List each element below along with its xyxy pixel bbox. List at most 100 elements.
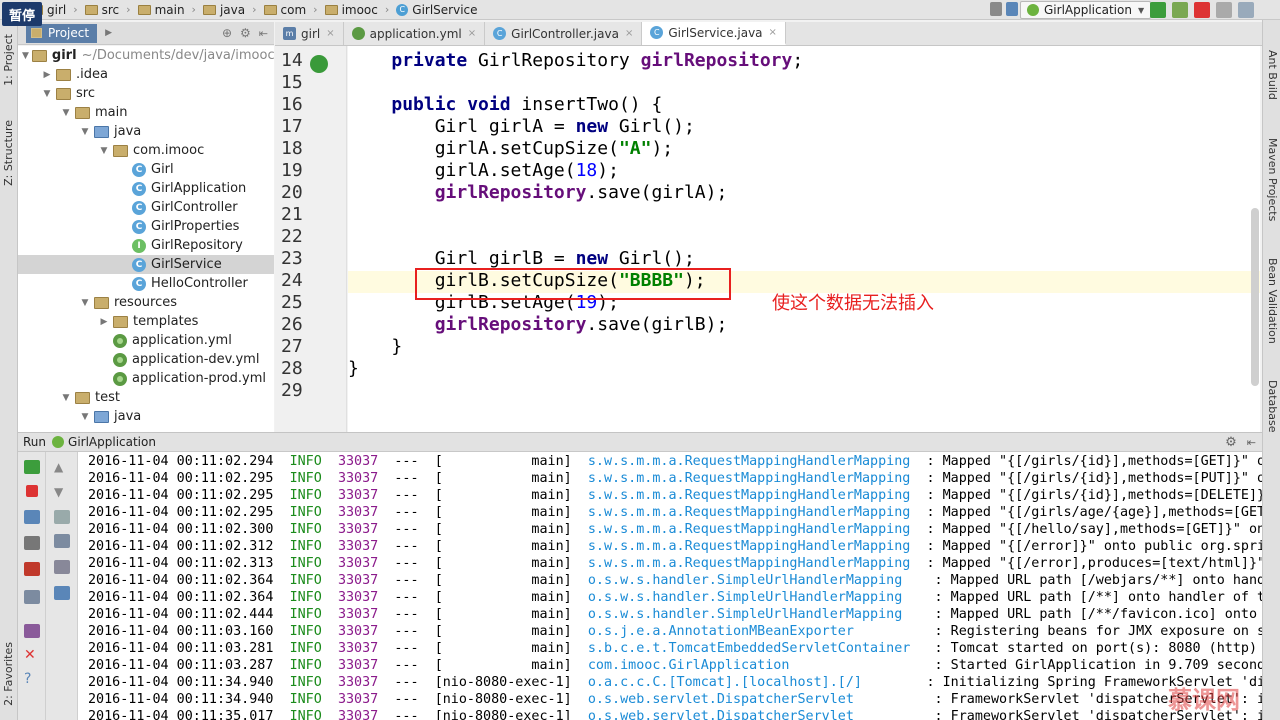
tree-item[interactable]: ▼ resources <box>18 293 274 312</box>
print-icon[interactable] <box>54 560 70 574</box>
tree-item[interactable]: C GirlController <box>18 198 274 217</box>
stop-icon[interactable] <box>26 485 38 497</box>
tool-tab-favorites[interactable]: 2: Favorites <box>2 642 15 706</box>
chevron-right-icon[interactable]: ▶ <box>105 28 112 38</box>
chevron-down-icon[interactable]: ▼ <box>79 412 91 422</box>
pin-icon[interactable] <box>24 624 40 638</box>
tool-tab-project[interactable]: 1: Project <box>2 34 15 86</box>
chevron-down-icon[interactable]: ▼ <box>60 393 72 403</box>
exit-icon[interactable] <box>24 562 40 576</box>
sdk-icon[interactable] <box>1238 2 1254 18</box>
help-icon[interactable]: ? <box>24 672 40 686</box>
chevron-right-icon[interactable]: ▶ <box>98 317 110 327</box>
tree-item[interactable]: application-prod.yml <box>18 369 274 388</box>
clear-all-icon[interactable] <box>54 586 70 600</box>
console-output[interactable]: 2016-11-04 00:11:02.294 INFO 33037 --- [… <box>78 452 1262 720</box>
chevron-right-icon[interactable]: ▶ <box>41 70 53 80</box>
tool-tab-structure[interactable]: Z: Structure <box>2 120 15 186</box>
code-line[interactable]: private GirlRepository girlRepository; <box>348 50 803 72</box>
tool-tab-bean-validation[interactable]: Bean Validation <box>1266 258 1279 344</box>
project-view-tab[interactable]: Project <box>26 23 98 43</box>
rerun-icon[interactable] <box>1150 2 1166 18</box>
editor-tab[interactable]: application.yml × <box>343 22 486 45</box>
gear-icon[interactable]: ⚙ <box>240 26 251 40</box>
chevron-down-icon[interactable]: ▼ <box>79 127 91 137</box>
scroll-to-end-icon[interactable] <box>54 534 70 548</box>
tree-item[interactable]: I GirlRepository <box>18 236 274 255</box>
chevron-down-icon[interactable]: ▼ <box>79 298 91 308</box>
close-icon[interactable]: × <box>468 28 476 39</box>
gear-icon[interactable]: ⚙ <box>1225 435 1237 450</box>
log-timestamp: 2016-11-04 00:11:03.160 <box>88 624 274 639</box>
stop-icon[interactable] <box>1194 2 1210 18</box>
rerun-icon[interactable] <box>24 460 40 474</box>
make-icon[interactable] <box>1006 2 1018 16</box>
breadcrumb-item[interactable]: main <box>134 3 189 17</box>
editor-tab[interactable]: C GirlService.java × <box>642 22 786 45</box>
sync-icon[interactable]: ⊕ <box>222 26 232 40</box>
tree-item[interactable]: application.yml <box>18 331 274 350</box>
tree-item[interactable]: ▼ java <box>18 407 274 426</box>
close-icon[interactable]: × <box>326 28 334 39</box>
dump-threads-icon[interactable] <box>24 536 40 550</box>
code-line[interactable]: girlRepository.save(girlB); <box>348 314 728 336</box>
hide-icon[interactable]: ⇤ <box>1247 436 1256 449</box>
tree-item[interactable]: C Girl <box>18 160 274 179</box>
close-icon[interactable]: × <box>625 28 633 39</box>
code-line[interactable]: } <box>348 358 359 380</box>
spring-bean-gutter-icon[interactable] <box>310 55 328 73</box>
tree-item[interactable]: ▼ java <box>18 122 274 141</box>
log-level: INFO <box>289 709 322 720</box>
class-icon: C <box>132 162 146 177</box>
breadcrumb-item[interactable]: java <box>199 3 249 17</box>
breadcrumb-item[interactable]: C GirlService <box>392 3 481 17</box>
code-line[interactable]: Girl girlB = new Girl(); <box>348 248 695 270</box>
tool-tab-database[interactable]: Database <box>1266 380 1279 433</box>
arrow-down-icon[interactable]: ▼ <box>54 485 70 499</box>
code-line[interactable]: public void insertTwo() { <box>348 94 662 116</box>
tree-item[interactable]: C GirlService <box>18 255 274 274</box>
soft-wrap-icon[interactable] <box>54 510 70 524</box>
code-line[interactable]: girlA.setAge(18); <box>348 160 619 182</box>
structure-icon[interactable] <box>1216 2 1232 18</box>
pause-icon[interactable] <box>24 510 40 524</box>
log-thread: [nio-8080-exec-1] <box>434 692 572 707</box>
tree-item[interactable]: ▶ templates <box>18 312 274 331</box>
tree-item[interactable]: ▼ com.imooc <box>18 141 274 160</box>
editor-tab[interactable]: C GirlController.java × <box>485 22 643 45</box>
tree-item[interactable]: ▼ girl ~/Documents/dev/java/imooc/ <box>18 46 274 65</box>
code-line[interactable]: girlA.setCupSize("A"); <box>348 138 673 160</box>
tree-item[interactable]: ▼ src <box>18 84 274 103</box>
breadcrumb-item[interactable]: src <box>81 3 124 17</box>
line-number: 15 <box>281 72 303 93</box>
run-config-selector[interactable]: GirlApplication ▼ <box>1020 1 1152 19</box>
tool-tab-ant-build[interactable]: Ant Build <box>1266 50 1279 100</box>
debug-icon[interactable] <box>1172 2 1188 18</box>
tree-item[interactable]: application-dev.yml <box>18 350 274 369</box>
breadcrumb-item[interactable]: imooc <box>321 3 382 17</box>
chevron-down-icon[interactable]: ▼ <box>60 108 72 118</box>
breadcrumb-item[interactable]: com <box>260 3 311 17</box>
editor-tab[interactable]: m girl × <box>275 22 344 45</box>
tree-item[interactable]: C HelloController <box>18 274 274 293</box>
close-icon[interactable]: × <box>769 27 777 38</box>
run-config-tab[interactable]: GirlApplication <box>68 435 156 449</box>
chevron-down-icon[interactable]: ▼ <box>22 51 29 61</box>
hide-icon[interactable]: ⇤ <box>259 27 268 40</box>
tree-item[interactable]: ▶ .idea <box>18 65 274 84</box>
code-line[interactable]: } <box>348 336 402 358</box>
tree-item[interactable]: ▼ test <box>18 388 274 407</box>
tree-item[interactable]: C GirlApplication <box>18 179 274 198</box>
close-icon[interactable]: ✕ <box>24 648 40 662</box>
editor-scrollbar[interactable] <box>1251 208 1259 386</box>
code-line[interactable]: Girl girlA = new Girl(); <box>348 116 695 138</box>
tool-tab-maven-projects[interactable]: Maven Projects <box>1266 138 1279 221</box>
chevron-down-icon[interactable]: ▼ <box>41 89 53 99</box>
chevron-down-icon[interactable]: ▼ <box>98 146 110 156</box>
layout-icon[interactable] <box>24 590 40 604</box>
arrow-up-icon[interactable]: ▲ <box>54 460 70 474</box>
tree-item[interactable]: C GirlProperties <box>18 217 274 236</box>
tree-item[interactable]: ▼ main <box>18 103 274 122</box>
code-line[interactable]: girlRepository.save(girlA); <box>348 182 728 204</box>
build-icon[interactable] <box>990 2 1002 16</box>
